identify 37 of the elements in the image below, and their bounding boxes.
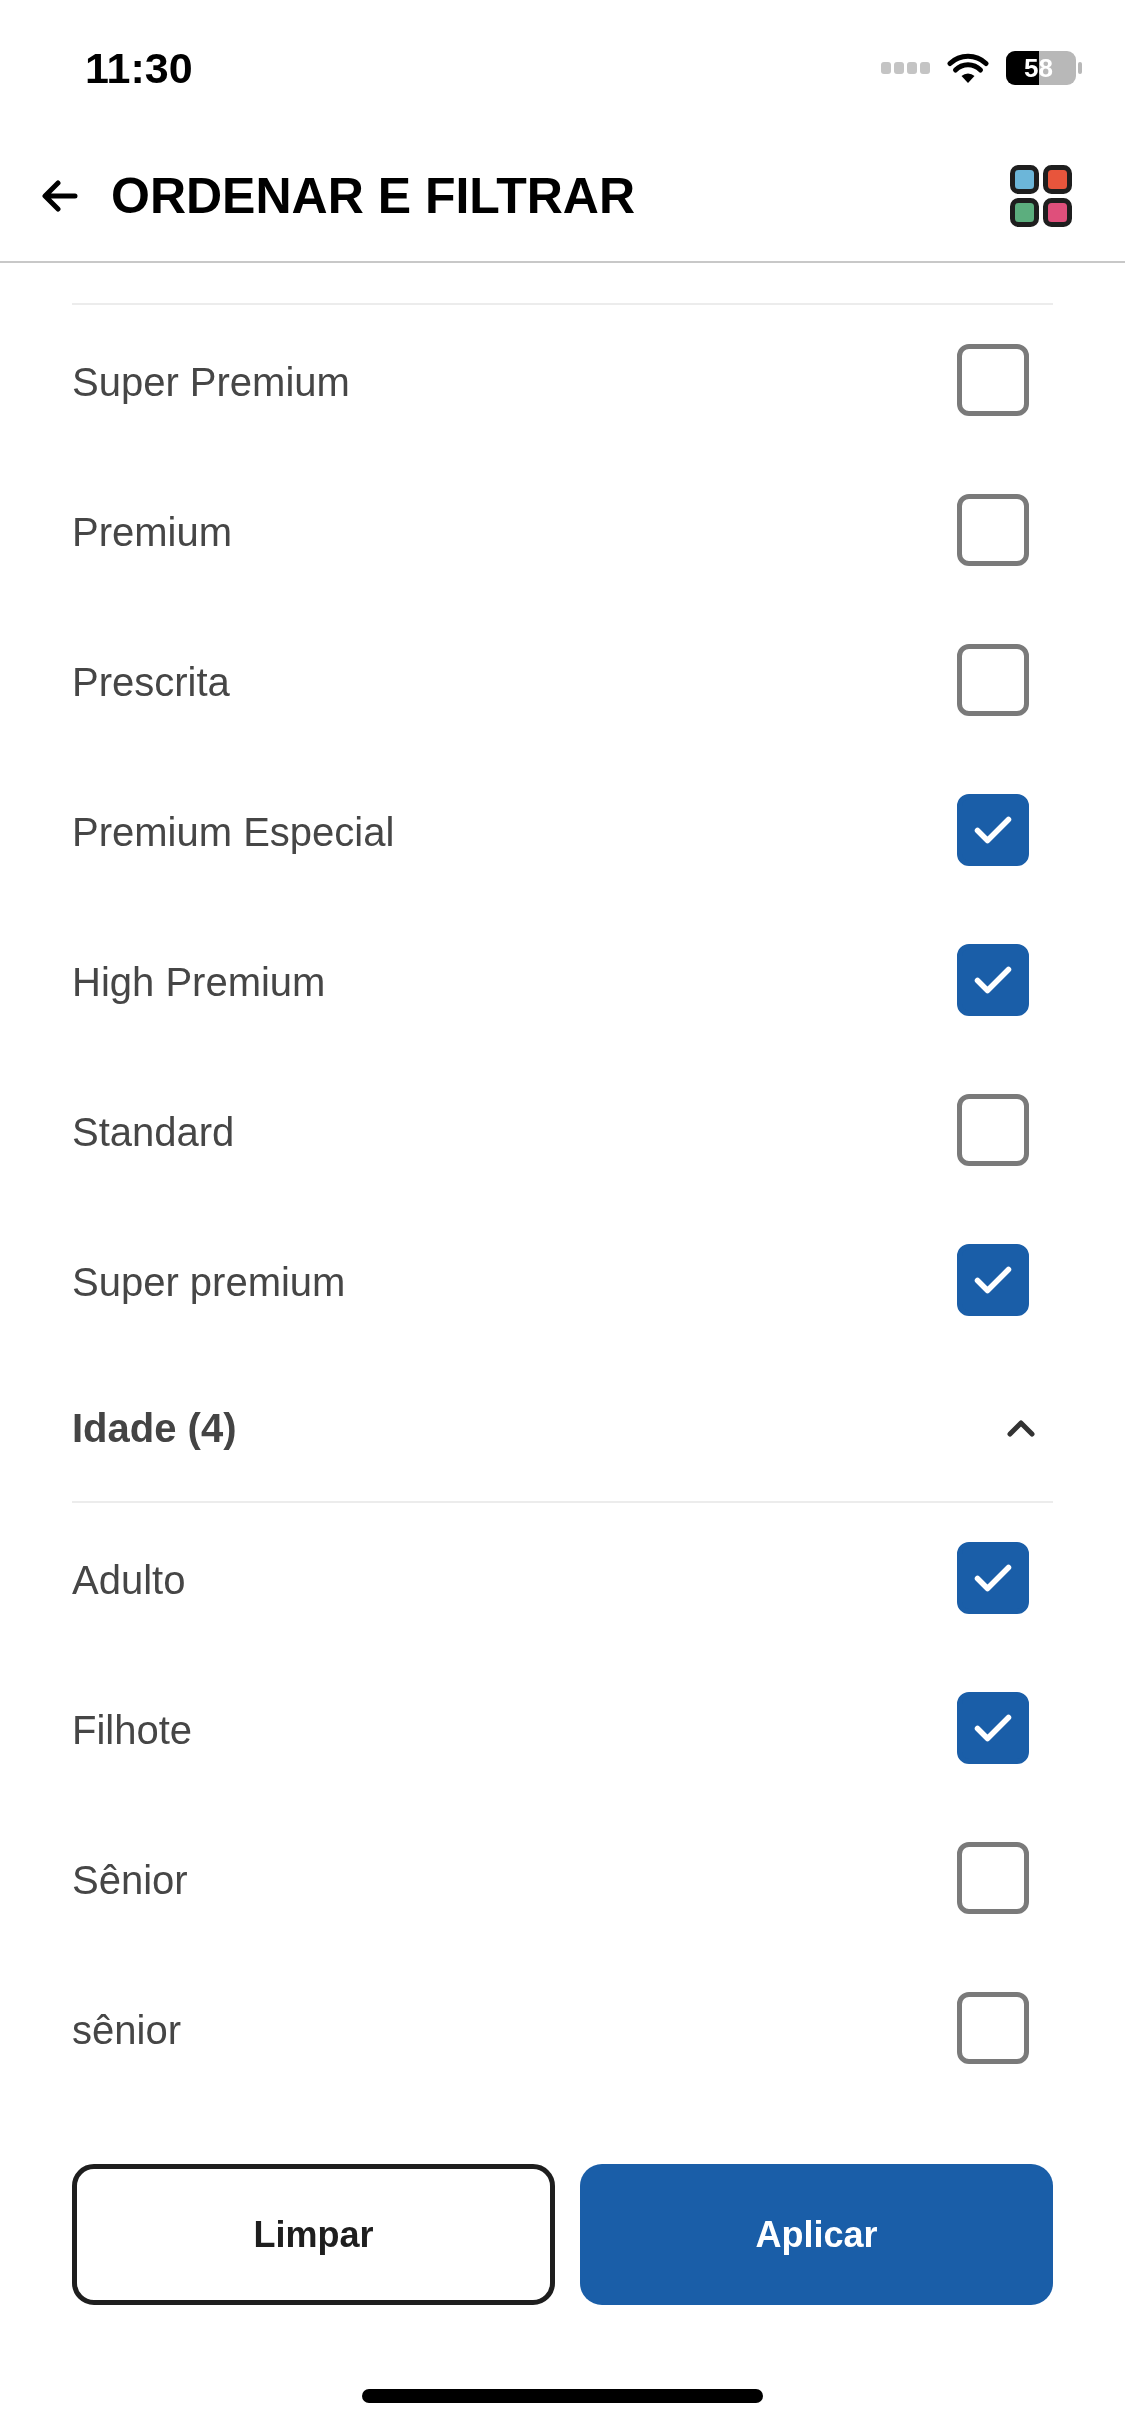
checkbox[interactable] bbox=[957, 1692, 1029, 1764]
signal-icon bbox=[881, 62, 930, 74]
wifi-icon bbox=[947, 52, 989, 84]
option-label: Super Premium bbox=[72, 358, 350, 406]
option-label: Prescrita bbox=[72, 658, 230, 706]
checkbox[interactable] bbox=[957, 1842, 1029, 1914]
option-label: Sênior bbox=[72, 1856, 188, 1904]
option-label: Premium bbox=[72, 508, 233, 556]
checkbox[interactable] bbox=[957, 1542, 1029, 1614]
section-title[interactable]: Idade (4) bbox=[72, 1398, 237, 1458]
option-label: sênior bbox=[72, 2006, 181, 2054]
checkbox[interactable] bbox=[957, 1094, 1029, 1166]
checkbox[interactable] bbox=[957, 794, 1029, 866]
checkbox[interactable] bbox=[957, 1992, 1029, 2064]
checkbox[interactable] bbox=[957, 344, 1029, 416]
check-icon bbox=[974, 1266, 1012, 1294]
checkbox[interactable] bbox=[957, 1244, 1029, 1316]
check-icon bbox=[974, 966, 1012, 994]
checkbox[interactable] bbox=[957, 494, 1029, 566]
clear-button[interactable]: Limpar bbox=[72, 2164, 555, 2305]
option-label: Filhote bbox=[72, 1706, 193, 1754]
check-icon bbox=[974, 816, 1012, 844]
checkbox[interactable] bbox=[957, 644, 1029, 716]
page-title: ORDENAR E FILTRAR bbox=[111, 170, 636, 221]
option-label: Premium Especial bbox=[72, 808, 395, 856]
option-label: Super premium bbox=[72, 1258, 346, 1306]
check-icon bbox=[974, 1564, 1012, 1592]
check-icon bbox=[974, 1714, 1012, 1742]
grid-icon[interactable] bbox=[1010, 164, 1072, 227]
apply-button[interactable]: Aplicar bbox=[580, 2164, 1053, 2305]
option-label: Adulto bbox=[72, 1556, 186, 1604]
status-time: 11:30 bbox=[85, 46, 193, 90]
back-arrow-icon[interactable] bbox=[42, 179, 78, 212]
checkbox[interactable] bbox=[957, 944, 1029, 1016]
option-label: High Premium bbox=[72, 958, 326, 1006]
option-label: Standard bbox=[72, 1108, 235, 1156]
chevron-up-icon[interactable] bbox=[1007, 1419, 1035, 1437]
